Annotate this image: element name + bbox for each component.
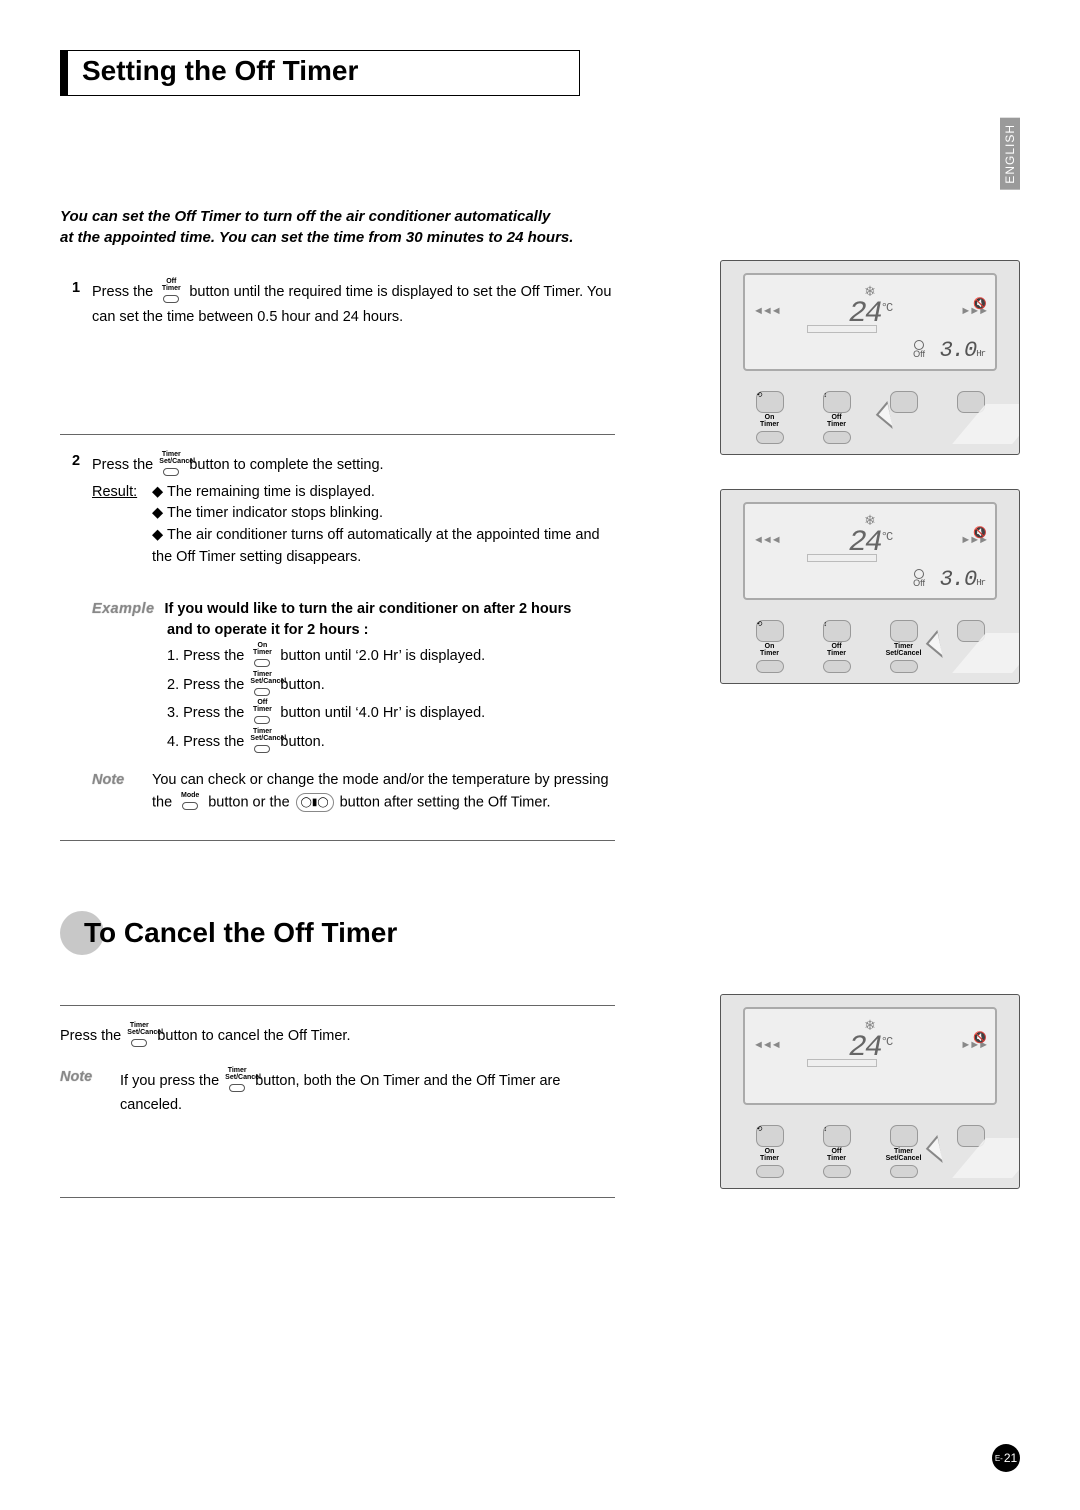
- divider: [60, 1005, 615, 1006]
- note-body: You can check or change the mode and/or …: [152, 770, 615, 814]
- on-timer-button-icon: OnTimer: [250, 642, 274, 671]
- remote-screen: ❄ ◄◄◄ ►►► 24°C 🔇 Off 3.0Hr: [743, 502, 997, 600]
- bar-indicator: [807, 1059, 877, 1067]
- intro-text: You can set the Off Timer to turn off th…: [60, 206, 615, 248]
- result-label: Result:: [92, 482, 152, 569]
- step-1-text: Press the Off Timer button until the req…: [92, 278, 615, 328]
- result-body: ◆The remaining time is displayed. ◆The t…: [152, 482, 615, 569]
- set-cancel-button-icon: TimerSet/Cancel: [250, 671, 274, 700]
- sound-icon: 🔇: [973, 526, 987, 539]
- cancel-step-text: Press the Timer Set/Cancel button to can…: [60, 1022, 615, 1051]
- step-number: 1: [60, 278, 92, 328]
- off-timer-button[interactable]: OffTimer: [810, 1148, 863, 1178]
- step-2-text: Press the Timer Set/Cancel button to com…: [92, 451, 615, 480]
- swing-button[interactable]: ⟲: [743, 608, 796, 642]
- example-lead: Example If you would like to turn the ai…: [92, 599, 615, 643]
- off-hours-display: 3.0Hr: [940, 567, 985, 592]
- louver-button[interactable]: ↕: [810, 1113, 863, 1147]
- off-timer-button[interactable]: OffTimer: [810, 643, 863, 673]
- temp-up-down-icon: ◯▮◯: [296, 793, 334, 812]
- set-cancel-button-icon: Timer Set/Cancel: [225, 1067, 249, 1096]
- off-timer-button[interactable]: OffTimer: [810, 414, 863, 444]
- page-number-badge: E-21: [992, 1444, 1020, 1472]
- sound-icon: 🔇: [973, 297, 987, 310]
- remote-row-1: ⟲ ↕: [743, 379, 997, 413]
- divider: [60, 840, 615, 841]
- bar-indicator: [807, 554, 877, 562]
- note-label: Note: [60, 1067, 120, 1117]
- set-cancel-button-icon: Timer Set/Cancel: [159, 451, 183, 480]
- on-timer-button[interactable]: OnTimer: [743, 414, 796, 444]
- off-timer-button-icon: Off Timer: [159, 278, 183, 307]
- remote-illustration-3: ❄ ◄◄◄ ►►► 24°C 🔇 ⟲ ↕ OnTimer OffTimer Ti…: [720, 994, 1020, 1189]
- page-title: Setting the Off Timer: [82, 55, 565, 87]
- example-steps: 1. Press the OnTimer button until ‘2.0 H…: [167, 642, 615, 756]
- step-number: 2: [60, 451, 92, 569]
- louver-button[interactable]: ↕: [810, 379, 863, 413]
- off-timer-button-icon: OffTimer: [250, 699, 274, 728]
- note-body: If you press the Timer Set/Cancel button…: [120, 1067, 615, 1117]
- swing-button[interactable]: ⟲: [743, 379, 796, 413]
- remote-illustration-1: ❄ ◄◄◄ ►►► 24°C 🔇 Off 3.0Hr ⟲ ↕ OnTimer O…: [720, 260, 1020, 455]
- remote-illustration-2: ❄ ◄◄◄ ►►► 24°C 🔇 Off 3.0Hr ⟲ ↕ OnTimer O…: [720, 489, 1020, 684]
- remote-screen: ❄ ◄◄◄ ►►► 24°C 🔇: [743, 1007, 997, 1105]
- timer-off-indicator: Off: [913, 340, 925, 359]
- set-cancel-button-icon: Timer Set/Cancel: [127, 1022, 151, 1051]
- divider: [60, 1197, 615, 1198]
- louver-button[interactable]: ↕: [810, 608, 863, 642]
- blank-button[interactable]: [877, 1113, 930, 1147]
- on-timer-button[interactable]: OnTimer: [743, 643, 796, 673]
- set-cancel-button[interactable]: TimerSet/Cancel: [877, 1148, 930, 1178]
- timer-off-indicator: Off: [913, 569, 925, 588]
- swing-button[interactable]: ⟲: [743, 1113, 796, 1147]
- set-cancel-button[interactable]: TimerSet/Cancel: [877, 643, 930, 673]
- mode-button-icon: Mode: [178, 792, 202, 814]
- off-hours-display: 3.0Hr: [940, 338, 985, 363]
- on-timer-button[interactable]: OnTimer: [743, 1148, 796, 1178]
- note-label: Note: [92, 770, 152, 814]
- divider: [60, 434, 615, 435]
- section-title-cancel: To Cancel the Off Timer: [84, 917, 397, 949]
- remote-screen: ❄ ◄◄◄ ►►► 24°C 🔇 Off 3.0Hr: [743, 273, 997, 371]
- blank-button[interactable]: [877, 608, 930, 642]
- remote-row-1: ⟲ ↕: [743, 1113, 997, 1147]
- set-cancel-button-icon: TimerSet/Cancel: [250, 728, 274, 757]
- sound-icon: 🔇: [973, 1031, 987, 1044]
- remote-row-1: ⟲ ↕: [743, 608, 997, 642]
- language-tab: ENGLISH: [1000, 118, 1020, 190]
- bar-indicator: [807, 325, 877, 333]
- example-label: Example: [92, 601, 154, 617]
- title-box: Setting the Off Timer: [60, 50, 580, 96]
